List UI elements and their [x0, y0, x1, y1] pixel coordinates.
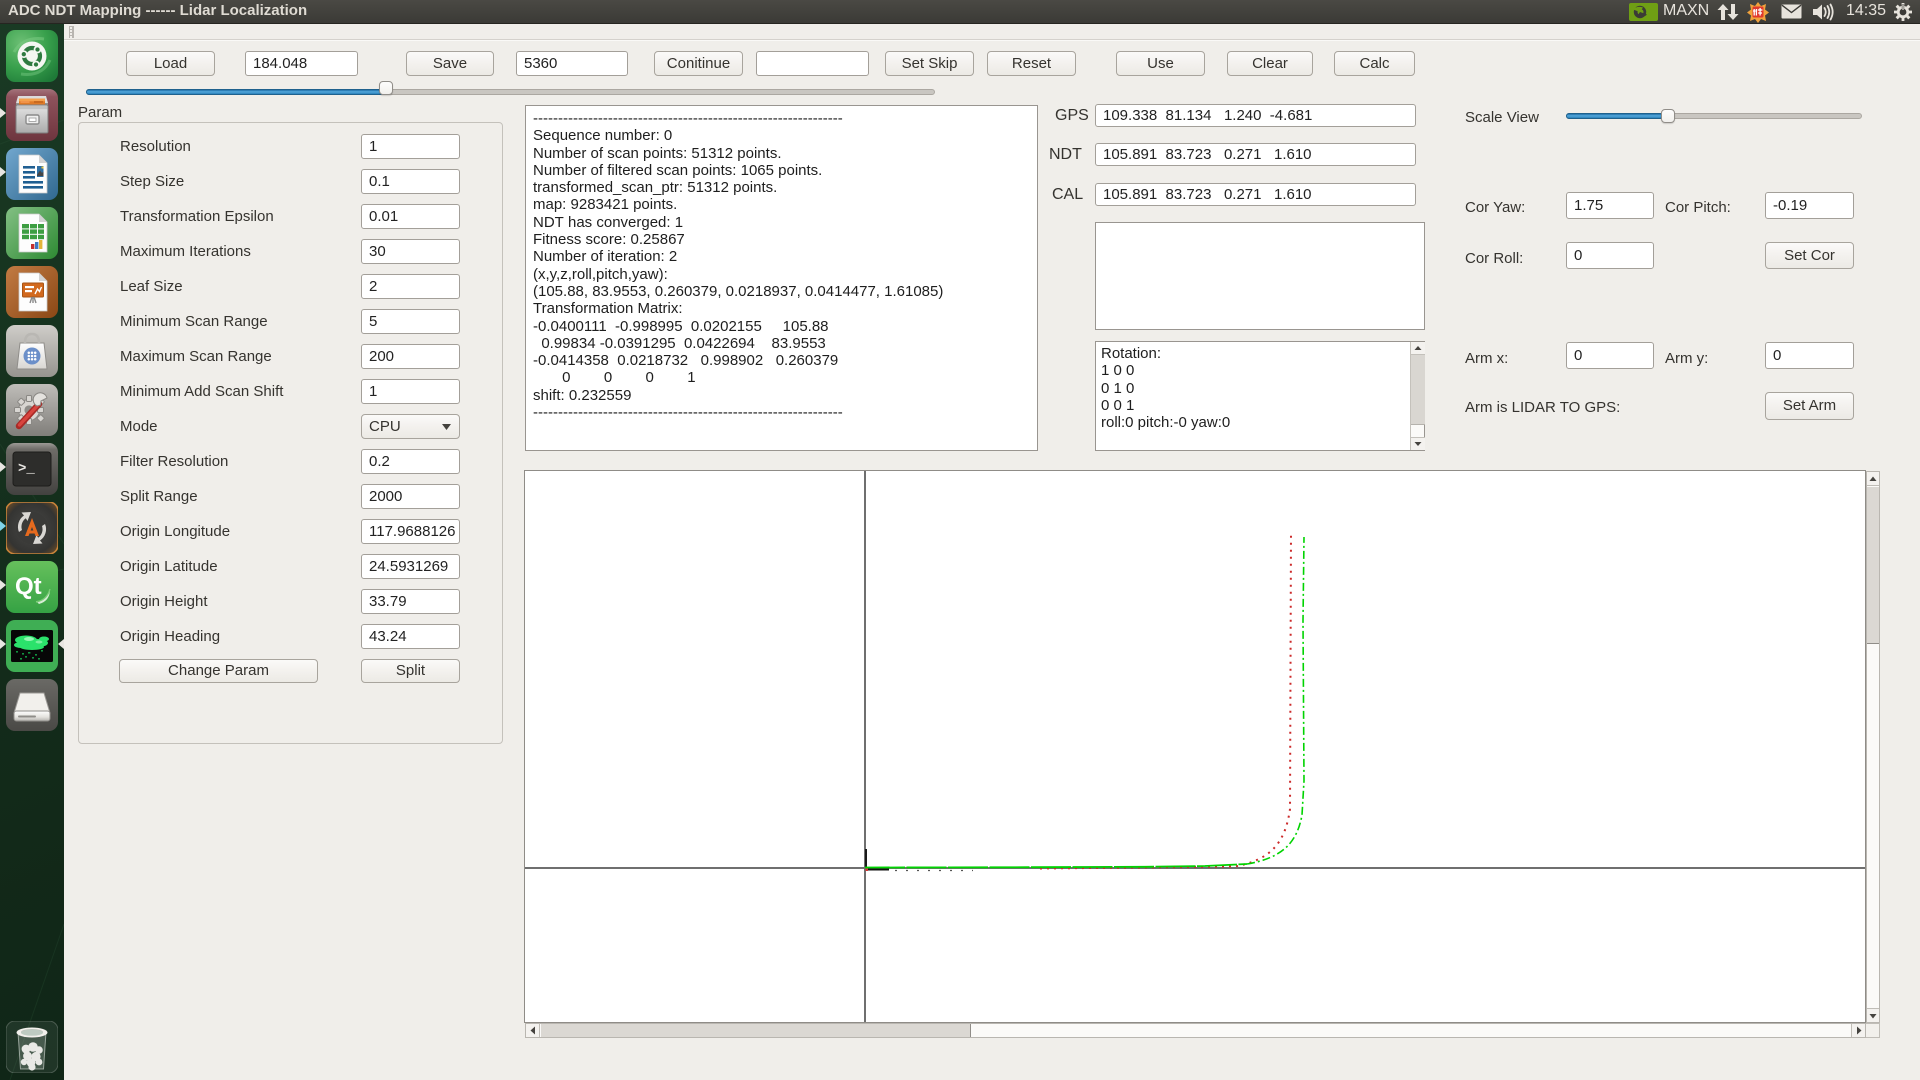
svg-text:>_: >_ — [18, 461, 35, 477]
svg-text:Qt: Qt — [15, 573, 42, 600]
